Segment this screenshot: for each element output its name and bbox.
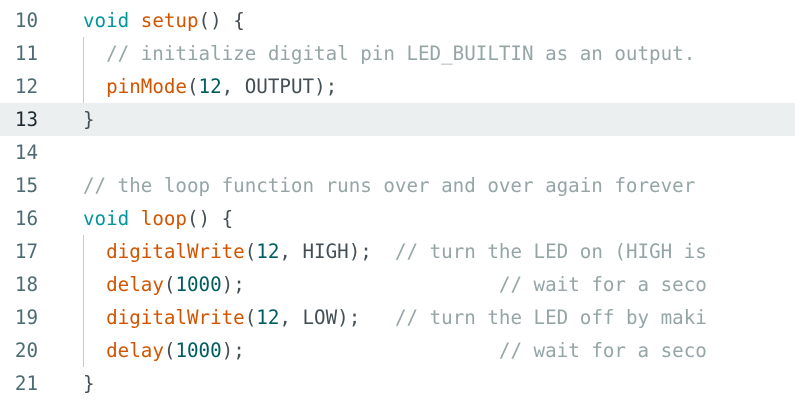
code-line[interactable]: 15 // the loop function runs over and ove… [0,169,795,202]
text-token: () { [187,207,234,230]
code-line[interactable]: 12 pinMode(12, OUTPUT); [0,70,795,103]
code-line[interactable]: 19 digitalWrite(12, LOW); // turn the LE… [0,301,795,334]
code-line[interactable]: 21} [0,367,795,400]
comment-token: // the loop function runs over and over … [83,174,696,197]
line-number: 18 [14,273,38,296]
code-text[interactable]: // initialize digital pin LED_BUILTIN as… [83,37,695,70]
comment-token: // turn the LED off by maki [394,306,707,329]
function-token: digitalWrite [106,306,245,329]
line-number: 19 [14,306,38,329]
code-text[interactable]: delay(1000); // wait for a seco [83,334,707,367]
code-line[interactable]: 16 void loop() { [0,202,795,235]
text-token: } [83,372,95,395]
code-text[interactable]: pinMode(12, OUTPUT); [83,70,337,103]
number-token: 1000 [175,273,222,296]
number-token: 12 [256,306,280,329]
code-text[interactable]: } [83,367,95,400]
function-token: setup [140,9,199,32]
function-token: loop [140,207,187,230]
function-token: digitalWrite [106,240,245,263]
number-token: 12 [256,240,280,263]
code-text[interactable]: delay(1000); // wait for a seco [83,268,707,301]
text-token: () { [198,9,245,32]
line-number: 15 [14,174,38,197]
number-token: 12 [198,75,222,98]
code-text[interactable]: digitalWrite(12, HIGH); // turn the LED … [83,235,707,268]
code-line[interactable]: 13} [0,103,795,136]
text-token: , HIGH); [279,240,395,263]
line-number: 16 [14,207,38,230]
line-number: 14 [14,141,38,164]
comment-token: // wait for a seco [498,273,707,296]
text-token: } [83,108,95,131]
text-token: ( [244,306,257,329]
code-text[interactable]: // the loop function runs over and over … [83,169,695,202]
line-number: 10 [14,9,38,32]
code-text[interactable]: void setup() { [83,4,245,37]
text-token: ( [186,75,199,98]
code-line[interactable]: 11 // initialize digital pin LED_BUILTIN… [0,37,795,70]
indent-guide-setup [83,37,84,103]
line-number: 12 [14,75,38,98]
line-number: 11 [14,42,38,65]
line-number: 20 [14,339,38,362]
code-line[interactable]: 18 delay(1000); // wait for a seco [0,268,795,301]
text-token: ( [163,273,176,296]
text-token: ); [221,273,499,296]
code-line[interactable]: 14 [0,136,795,169]
function-token: pinMode [106,75,187,98]
comment-token: // initialize digital pin LED_BUILTIN as… [83,42,696,65]
code-text[interactable]: void loop() { [83,202,233,235]
code-editor[interactable]: 10 void setup() {11 // initialize digital… [0,0,795,408]
code-line[interactable]: 10 void setup() { [0,4,795,37]
text-token: , OUTPUT); [221,75,338,98]
code-text[interactable]: digitalWrite(12, LOW); // turn the LED o… [83,301,707,334]
code-line[interactable]: 17 digitalWrite(12, HIGH); // turn the L… [0,235,795,268]
text-token: ( [163,339,176,362]
line-number: 17 [14,240,38,263]
text-token: ); [221,339,499,362]
indent-guide-loop [83,235,84,367]
code-text[interactable]: } [83,103,95,136]
keyword-token: void [83,9,130,32]
text-token: ( [244,240,257,263]
line-number: 13 [14,108,38,131]
code-line[interactable]: 20 delay(1000); // wait for a seco [0,334,795,367]
text-token: , LOW); [279,306,395,329]
number-token: 1000 [175,339,222,362]
comment-token: // wait for a seco [498,339,707,362]
comment-token: // turn the LED on (HIGH is [394,240,707,263]
keyword-token: void [83,207,130,230]
function-token: delay [106,339,164,362]
line-number: 21 [14,372,38,395]
function-token: delay [106,273,164,296]
